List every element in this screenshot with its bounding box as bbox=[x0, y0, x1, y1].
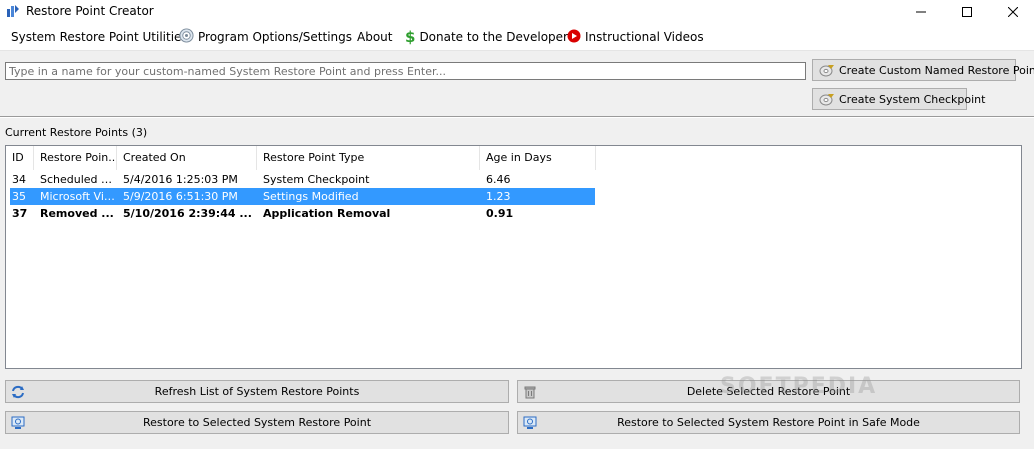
restore-point-name-input[interactable] bbox=[5, 62, 806, 80]
menu-program-options[interactable]: Program Options/Settings bbox=[179, 28, 353, 46]
cell-created: 5/9/2016 6:51:30 PM bbox=[123, 190, 238, 203]
cell-type: Application Removal bbox=[263, 207, 391, 220]
menu-bar: System Restore Point Utilities Program O… bbox=[0, 24, 1034, 51]
window-title: Restore Point Creator bbox=[26, 4, 154, 18]
trash-icon bbox=[523, 385, 537, 399]
cell-id: 37 bbox=[12, 207, 28, 220]
column-header-id[interactable]: ID bbox=[6, 146, 34, 170]
button-label: Create System Checkpoint bbox=[839, 92, 986, 106]
menu-about[interactable]: About bbox=[357, 29, 392, 45]
menu-item-label: Instructional Videos bbox=[585, 30, 704, 44]
dollar-icon: $ bbox=[405, 28, 416, 46]
cell-age: 6.46 bbox=[486, 173, 511, 186]
button-label: Create Custom Named Restore Point bbox=[839, 63, 1034, 77]
minimize-button[interactable] bbox=[898, 0, 944, 24]
menu-instructional-videos[interactable]: Instructional Videos bbox=[567, 29, 704, 45]
restore-disc-icon bbox=[819, 92, 835, 106]
close-button[interactable] bbox=[990, 0, 1034, 24]
restore-selected-button[interactable]: Restore to Selected System Restore Point bbox=[5, 411, 509, 434]
refresh-icon bbox=[11, 385, 25, 399]
gear-icon bbox=[179, 28, 194, 46]
cell-type: Settings Modified bbox=[263, 190, 359, 203]
column-header-age-in-days[interactable]: Age in Days bbox=[480, 146, 596, 170]
list-header: ID Restore Poin... Created On Restore Po… bbox=[6, 146, 1021, 170]
menu-donate[interactable]: $ Donate to the Developer bbox=[405, 28, 568, 46]
refresh-list-button[interactable]: Refresh List of System Restore Points bbox=[5, 380, 509, 403]
cell-name: Removed ... bbox=[40, 207, 114, 220]
cell-age: 1.23 bbox=[486, 190, 511, 203]
list-row-selected[interactable]: 35 Microsoft Vis... 5/9/2016 6:51:30 PM … bbox=[10, 188, 595, 205]
create-system-checkpoint-button[interactable]: Create System Checkpoint bbox=[812, 88, 985, 110]
title-bar: Restore Point Creator bbox=[0, 0, 1034, 24]
restore-disc-icon bbox=[819, 63, 835, 77]
button-label: Restore to Selected System Restore Point bbox=[142, 416, 372, 429]
cell-name: Scheduled C... bbox=[40, 173, 118, 186]
menu-system-restore-point-utilities[interactable]: System Restore Point Utilities bbox=[11, 29, 188, 45]
cell-id: 34 bbox=[12, 173, 26, 186]
button-label: Restore to Selected System Restore Point… bbox=[617, 416, 920, 429]
separator-highlight bbox=[0, 117, 1034, 118]
menu-item-label: Donate to the Developer bbox=[419, 30, 568, 44]
column-header-restore-point-name[interactable]: Restore Poin... bbox=[34, 146, 117, 170]
app-icon bbox=[6, 4, 20, 18]
menu-item-label: About bbox=[357, 30, 393, 44]
menu-item-label: System Restore Point Utilities bbox=[11, 30, 188, 44]
current-restore-points-label: Current Restore Points (3) bbox=[5, 126, 148, 139]
list-row[interactable]: 34 Scheduled C... 5/4/2016 1:25:03 PM Sy… bbox=[10, 171, 595, 188]
menu-item-label: Program Options/Settings bbox=[198, 30, 353, 44]
column-header-restore-point-type[interactable]: Restore Point Type bbox=[257, 146, 480, 170]
cell-age: 0.91 bbox=[486, 207, 514, 220]
monitor-restore-icon bbox=[523, 416, 537, 430]
cell-created: 5/4/2016 1:25:03 PM bbox=[123, 173, 238, 186]
button-label: Refresh List of System Restore Points bbox=[154, 385, 360, 398]
cell-id: 35 bbox=[12, 190, 26, 203]
restore-safe-mode-button[interactable]: Restore to Selected System Restore Point… bbox=[517, 411, 1020, 434]
play-icon bbox=[567, 29, 581, 46]
cell-name: Microsoft Vis... bbox=[40, 190, 118, 203]
cell-created: 5/10/2016 2:39:44 ... bbox=[123, 207, 252, 220]
maximize-button[interactable] bbox=[944, 0, 990, 24]
create-custom-restore-point-button[interactable]: Create Custom Named Restore Point bbox=[812, 59, 1034, 81]
cell-type: System Checkpoint bbox=[263, 173, 370, 186]
restore-points-list[interactable]: ID Restore Poin... Created On Restore Po… bbox=[5, 145, 1022, 369]
column-header-created-on[interactable]: Created On bbox=[117, 146, 257, 170]
list-row[interactable]: 37 Removed ... 5/10/2016 2:39:44 ... App… bbox=[10, 205, 595, 222]
monitor-restore-icon bbox=[11, 416, 25, 430]
watermark: SOFTPEDIA bbox=[720, 374, 878, 399]
